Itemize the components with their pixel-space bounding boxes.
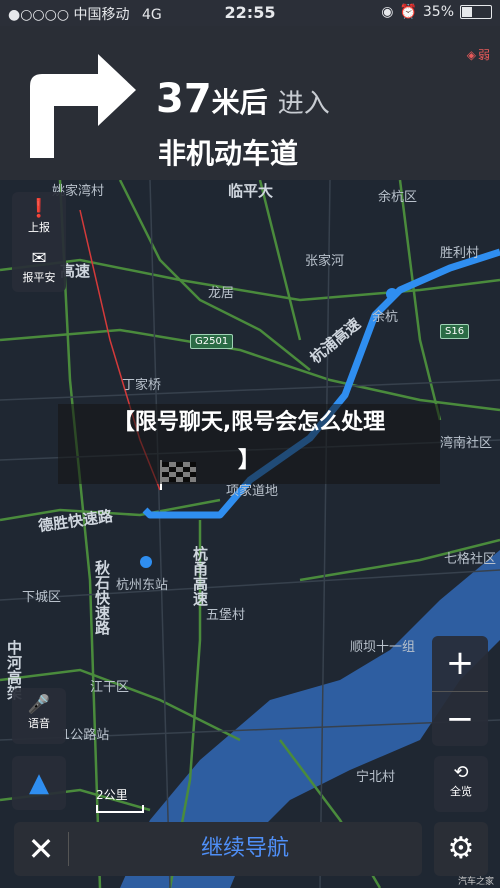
map-label: 杭甬高速 [191, 546, 209, 606]
distance-unit: 米后 [211, 86, 268, 119]
toll-icon [386, 288, 398, 300]
report-icon: ❗ [27, 198, 51, 219]
scale-bar [96, 805, 144, 813]
map-label: 胜利村 [440, 246, 480, 261]
map-label: 湾南社区 [440, 436, 493, 451]
continue-navigation-button[interactable]: 继续导航 [68, 822, 422, 876]
report-button[interactable]: ❗ 上报 [12, 192, 66, 242]
zoom-in-button[interactable]: + [432, 636, 488, 691]
map-label: 余杭区 [378, 190, 418, 205]
bottom-bar: ✕ 继续导航 [14, 822, 422, 876]
alarm-icon: ⏰ [399, 4, 417, 20]
article-title-line-2: 】 [237, 448, 260, 473]
station-icon [140, 556, 152, 568]
safe-report-button[interactable]: ✉ 报平安 [12, 242, 66, 292]
overview-label: 全览 [450, 785, 472, 798]
status-bar: ●○○○○ 中国移动 4G 22:55 ◉ ⏰ 35% [0, 0, 500, 26]
left-control-panel: ❗ 上报 ✉ 报平安 [12, 192, 66, 292]
map-scale: 2公里 [96, 786, 144, 813]
turn-right-arrow-icon [30, 54, 136, 158]
safe-mail-icon: ✉ [31, 248, 47, 269]
map-label: 五堡村 [206, 608, 246, 623]
map-label: 宁北村 [356, 770, 396, 785]
gps-signal: ◈ 弱 [467, 46, 490, 63]
zoom-controls: + − [432, 636, 488, 746]
article-title-line-1: 【限号聊天,限号会怎么处理 [112, 410, 386, 435]
next-road-name: 非机动车道 [158, 137, 299, 170]
map-label: 张家河 [305, 254, 345, 269]
compass-button[interactable]: ▲ [12, 756, 66, 810]
map-label: 下城区 [22, 590, 62, 605]
voice-button[interactable]: 🎤 语音 [12, 688, 66, 744]
highway-shield: G2501 [190, 334, 234, 349]
voice-label: 语音 [28, 717, 50, 730]
turn-action: 进入 [277, 89, 330, 119]
report-label: 上报 [28, 221, 50, 234]
microphone-icon: 🎤 [27, 694, 51, 715]
gps-signal-label: 弱 [477, 48, 490, 62]
distance-to-turn: 37米后 进入 [156, 76, 330, 122]
safe-report-label: 报平安 [22, 271, 56, 284]
map-label: 丁家桥 [122, 378, 162, 393]
map-label: 顺坝十一组 [350, 640, 416, 655]
map-label: 杭州东站 [116, 578, 169, 593]
map-label: 秋石快速路 [93, 560, 111, 635]
battery-percent: 35% [422, 4, 454, 20]
map-label: 1公路站 [62, 728, 110, 743]
route-overview-icon: ⟲ [453, 762, 469, 783]
watermark: 汽车之家 [457, 877, 494, 887]
map-view[interactable] [0, 180, 500, 888]
map-label: 临平大 [228, 182, 274, 200]
overview-button[interactable]: ⟲ 全览 [434, 756, 488, 812]
compass-arrow-icon: ▲ [29, 768, 49, 798]
map-label: 龙居 [208, 286, 235, 301]
article-title-overlay: 【限号聊天,限号会怎么处理 】 [58, 404, 440, 484]
highway-shield: S16 [440, 324, 470, 339]
navigation-header: 37米后 进入 非机动车道 ◈ 弱 [0, 26, 500, 180]
zoom-out-button[interactable]: − [432, 692, 488, 747]
map-label: 江干区 [90, 680, 130, 695]
map-label: 余杭 [372, 310, 399, 325]
gps-signal-icon: ◈ [466, 47, 476, 62]
location-icon: ◉ [381, 4, 394, 20]
map-label: 七格社区 [444, 552, 497, 567]
distance-number: 37 [156, 76, 212, 122]
scale-label: 2公里 [96, 788, 128, 802]
exit-navigation-button[interactable]: ✕ [14, 822, 68, 876]
battery-icon [460, 5, 492, 19]
settings-button[interactable]: ⚙ [434, 822, 488, 876]
